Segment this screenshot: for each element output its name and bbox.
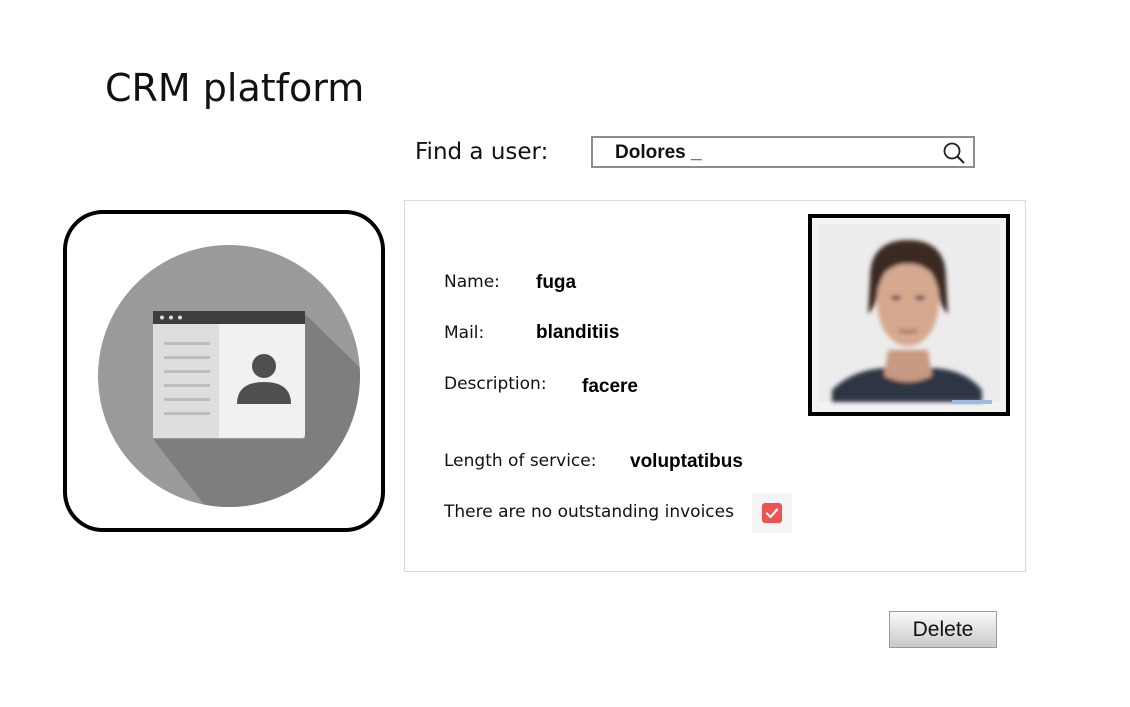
contact-app-icon [63, 210, 385, 532]
no-outstanding-invoices-label: There are no outstanding invoices [444, 502, 734, 522]
invoices-checkbox[interactable] [752, 493, 792, 533]
search-icon[interactable] [942, 141, 966, 165]
length-of-service-label: Length of service: [444, 451, 597, 471]
mail-value: blanditiis [536, 322, 620, 343]
find-user-label: Find a user: [415, 139, 549, 165]
description-value: facere [582, 376, 638, 397]
name-value: fuga [536, 272, 577, 293]
mail-label: Mail: [444, 323, 485, 343]
search-box[interactable] [591, 136, 975, 168]
length-of-service-value: voluptatibus [630, 451, 743, 472]
name-label: Name: [444, 272, 500, 292]
checkmark-icon [765, 508, 779, 519]
page-title: CRM platform [105, 66, 365, 110]
delete-button[interactable]: Delete [889, 611, 997, 648]
description-label: Description: [444, 374, 547, 394]
checkbox-checked [762, 503, 782, 523]
user-photo [808, 214, 1010, 416]
user-profile-card: Name: fuga Mail: blanditiis Description:… [404, 200, 1026, 572]
search-input[interactable] [615, 142, 935, 164]
